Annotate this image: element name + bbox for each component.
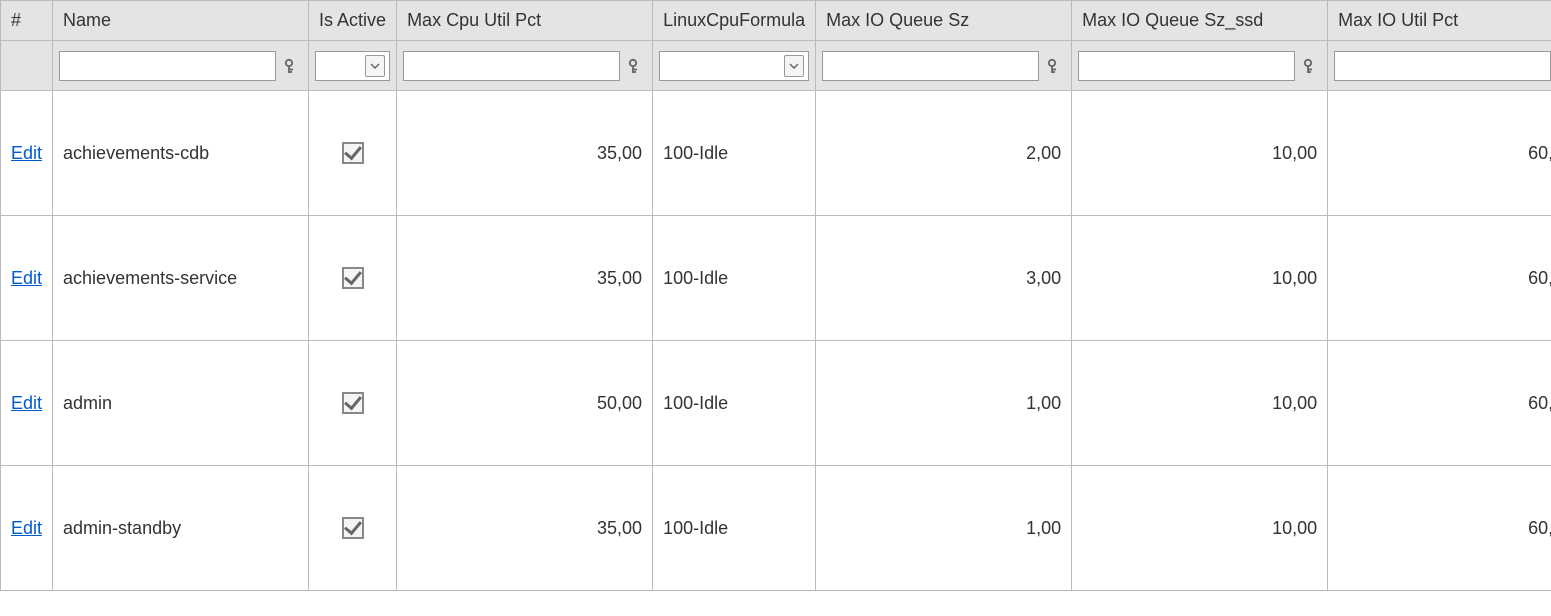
filter-cell-maxio xyxy=(816,41,1072,91)
cell-maxioutil: 60,00 xyxy=(1328,466,1551,591)
filter-cell-hash xyxy=(1,41,53,91)
active-checkbox[interactable] xyxy=(342,517,364,539)
cell-maxiossd: 10,00 xyxy=(1072,91,1328,216)
edit-link[interactable]: Edit xyxy=(11,518,42,538)
cell-maxcpu: 35,00 xyxy=(397,91,653,216)
cell-maxiossd: 10,00 xyxy=(1072,341,1328,466)
filter-input-maxio[interactable] xyxy=(822,51,1039,81)
active-checkbox[interactable] xyxy=(342,142,364,164)
filter-row xyxy=(1,41,1551,91)
col-header-name[interactable]: Name xyxy=(53,1,309,41)
cell-maxiossd: 10,00 xyxy=(1072,216,1328,341)
cell-name: achievements-service xyxy=(53,216,309,341)
cell-maxio: 2,00 xyxy=(816,91,1072,216)
filter-input-name[interactable] xyxy=(59,51,276,81)
edit-cell: Edit xyxy=(1,466,53,591)
cell-formula: 100-Idle xyxy=(653,216,816,341)
table-row: Edit achievements-service 35,00 100-Idle… xyxy=(1,216,1551,341)
col-header-formula[interactable]: LinuxCpuFormula xyxy=(653,1,816,41)
filter-cell-maxioutil xyxy=(1328,41,1551,91)
active-checkbox[interactable] xyxy=(342,267,364,289)
cell-maxcpu: 35,00 xyxy=(397,216,653,341)
chevron-down-icon xyxy=(365,55,385,77)
filter-select-formula[interactable] xyxy=(659,51,809,81)
cell-active xyxy=(309,341,397,466)
filter-cell-formula xyxy=(653,41,816,91)
col-header-active[interactable]: Is Active xyxy=(309,1,397,41)
cell-formula: 100-Idle xyxy=(653,91,816,216)
cell-maxioutil: 60,00 xyxy=(1328,341,1551,466)
edit-cell: Edit xyxy=(1,341,53,466)
col-header-hash[interactable]: # xyxy=(1,1,53,41)
filter-select-active[interactable] xyxy=(315,51,390,81)
cell-name: admin xyxy=(53,341,309,466)
filter-cell-maxcpu xyxy=(397,41,653,91)
cell-maxioutil: 60,00 xyxy=(1328,216,1551,341)
table-row: Edit achievements-cdb 35,00 100-Idle 2,0… xyxy=(1,91,1551,216)
filter-input-maxioutil[interactable] xyxy=(1334,51,1551,81)
col-header-maxcpu[interactable]: Max Cpu Util Pct xyxy=(397,1,653,41)
filter-input-maxiossd[interactable] xyxy=(1078,51,1295,81)
cell-formula: 100-Idle xyxy=(653,466,816,591)
edit-cell: Edit xyxy=(1,91,53,216)
col-header-maxio[interactable]: Max IO Queue Sz xyxy=(816,1,1072,41)
active-checkbox[interactable] xyxy=(342,392,364,414)
cell-maxio: 1,00 xyxy=(816,466,1072,591)
table-row: Edit admin-standby 35,00 100-Idle 1,00 1… xyxy=(1,466,1551,591)
cell-maxio: 3,00 xyxy=(816,216,1072,341)
cell-maxiossd: 10,00 xyxy=(1072,466,1328,591)
col-header-maxiossd[interactable]: Max IO Queue Sz_ssd xyxy=(1072,1,1328,41)
data-grid: # Name Is Active Max Cpu Util Pct LinuxC… xyxy=(0,0,1551,591)
cell-active xyxy=(309,91,397,216)
filter-input-maxcpu[interactable] xyxy=(403,51,620,81)
edit-link[interactable]: Edit xyxy=(11,268,42,288)
chevron-down-icon xyxy=(784,55,804,77)
cell-name: achievements-cdb xyxy=(53,91,309,216)
filter-key-icon[interactable] xyxy=(624,55,646,77)
col-header-maxioutil[interactable]: Max IO Util Pct xyxy=(1328,1,1551,41)
header-row: # Name Is Active Max Cpu Util Pct LinuxC… xyxy=(1,1,1551,41)
cell-maxcpu: 35,00 xyxy=(397,466,653,591)
filter-key-icon[interactable] xyxy=(280,55,302,77)
filter-cell-maxiossd xyxy=(1072,41,1328,91)
filter-key-icon[interactable] xyxy=(1043,55,1065,77)
edit-cell: Edit xyxy=(1,216,53,341)
filter-cell-active xyxy=(309,41,397,91)
filter-key-icon[interactable] xyxy=(1299,55,1321,77)
table-row: Edit admin 50,00 100-Idle 1,00 10,00 60,… xyxy=(1,341,1551,466)
edit-link[interactable]: Edit xyxy=(11,393,42,413)
cell-maxio: 1,00 xyxy=(816,341,1072,466)
edit-link[interactable]: Edit xyxy=(11,143,42,163)
cell-active xyxy=(309,466,397,591)
cell-maxcpu: 50,00 xyxy=(397,341,653,466)
cell-formula: 100-Idle xyxy=(653,341,816,466)
filter-cell-name xyxy=(53,41,309,91)
cell-maxioutil: 60,00 xyxy=(1328,91,1551,216)
cell-active xyxy=(309,216,397,341)
cell-name: admin-standby xyxy=(53,466,309,591)
